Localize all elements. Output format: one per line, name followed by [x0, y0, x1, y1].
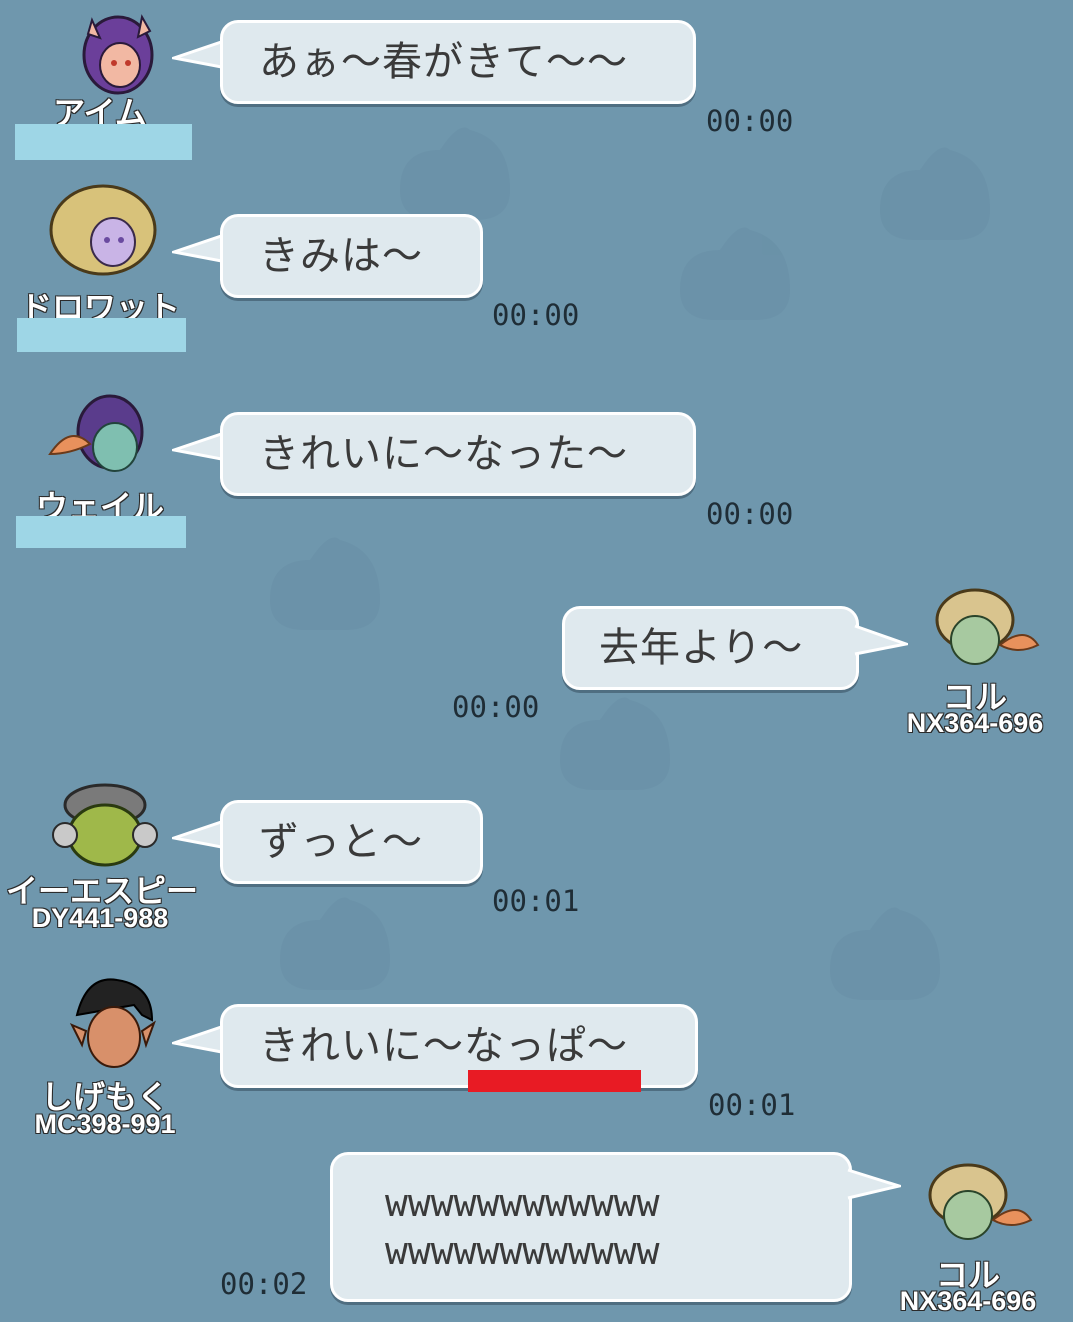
timestamp: 00:00 — [452, 690, 540, 724]
red-underline — [468, 1070, 641, 1092]
bubble-tail — [172, 232, 227, 264]
message-text: きみは～ — [259, 233, 423, 279]
blonde-fin-avatar[interactable] — [918, 1160, 1033, 1250]
bubble-tail — [172, 430, 227, 462]
message-text: あぁ～春がきて～～ — [259, 39, 628, 85]
message-bubble[interactable]: あぁ～春がきて～～ — [220, 20, 696, 104]
timestamp: 00:02 — [220, 1267, 308, 1301]
message-text: きれいに～なった～ — [259, 431, 628, 477]
black-hair-demon-avatar[interactable] — [62, 975, 162, 1075]
message-text: きれいに～なっぱ～ — [259, 1023, 628, 1069]
sender-id: NX364-696 — [906, 707, 1044, 739]
purple-hair-fin-avatar[interactable] — [45, 392, 155, 482]
message-text-line2: wwwwwwwwwwww — [385, 1229, 660, 1273]
message-text: 去年より～ — [599, 625, 804, 671]
id-mask — [16, 516, 186, 548]
message-bubble[interactable]: ずっと～ — [220, 800, 483, 884]
bubble-tail — [854, 624, 908, 656]
sender-id: MC398-991 — [34, 1108, 177, 1140]
timestamp: 00:01 — [708, 1088, 796, 1122]
timestamp: 00:00 — [706, 104, 794, 138]
blonde-curly-elf-avatar[interactable] — [45, 180, 160, 285]
bubble-tail — [172, 818, 227, 850]
message-bubble[interactable]: きみは～ — [220, 214, 483, 298]
message-bubble[interactable]: wwwwwwwwwwww wwwwwwwwwwww — [330, 1152, 852, 1302]
bubble-tail — [847, 1168, 901, 1200]
green-ogre-avatar[interactable] — [50, 780, 160, 870]
timestamp: 00:01 — [492, 884, 580, 918]
blonde-fin-avatar[interactable] — [925, 585, 1040, 675]
id-mask — [17, 318, 186, 352]
bubble-tail — [172, 38, 227, 70]
id-mask — [15, 124, 192, 160]
timestamp: 00:00 — [492, 298, 580, 332]
bubble-tail — [172, 1023, 227, 1055]
message-bubble[interactable]: 去年より～ — [562, 606, 859, 690]
timestamp: 00:00 — [706, 497, 794, 531]
message-text: ずっと～ — [259, 819, 423, 865]
sender-id: NX364-696 — [899, 1285, 1037, 1317]
message-bubble[interactable]: きれいに～なった～ — [220, 412, 696, 496]
message-text-line1: wwwwwwwwwwww — [385, 1181, 660, 1225]
sender-id: DY441-988 — [31, 902, 169, 934]
